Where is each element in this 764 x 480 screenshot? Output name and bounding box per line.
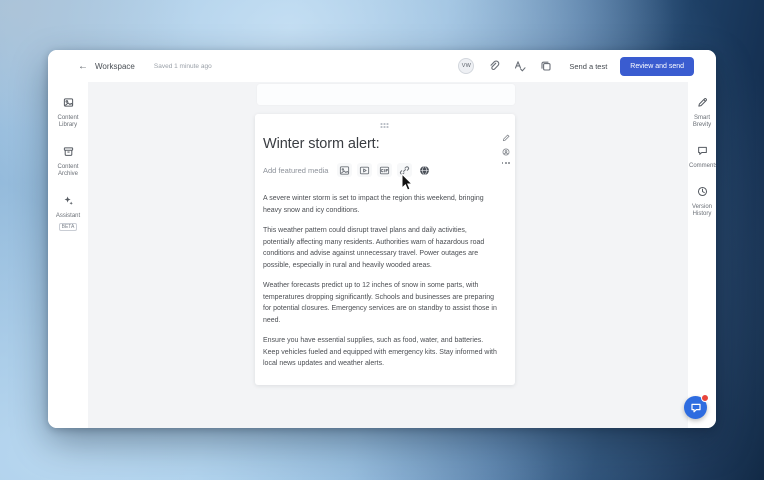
- version-history-icon: [697, 184, 708, 202]
- sidebar-item-label: Comments: [689, 163, 715, 170]
- collapsed-header-block[interactable]: [257, 84, 515, 105]
- gif-icon[interactable]: [377, 163, 392, 177]
- sidebar-item-label: Assistant: [56, 213, 80, 220]
- video-icon[interactable]: [357, 163, 372, 177]
- beta-badge: BETA: [59, 223, 78, 231]
- block-drag-handle[interactable]: [381, 123, 390, 129]
- sidebar-item-label: Content Archive: [53, 164, 83, 178]
- copy-icon[interactable]: [539, 60, 552, 73]
- comments-icon: [697, 143, 708, 161]
- content-card: Winter storm alert: Add featured media: [255, 114, 515, 385]
- back-arrow-icon[interactable]: ←: [78, 61, 88, 72]
- sidebar-item-content-archive[interactable]: Content Archive: [48, 144, 88, 178]
- review-and-send-button[interactable]: Review and send: [620, 57, 694, 76]
- link-icon[interactable]: [397, 163, 412, 177]
- chat-widget-button[interactable]: [684, 396, 707, 419]
- avatar[interactable]: VW: [458, 58, 474, 74]
- featured-media-row: Add featured media: [263, 163, 507, 177]
- post-title[interactable]: Winter storm alert:: [263, 136, 507, 152]
- attachment-icon[interactable]: [487, 60, 500, 73]
- sidebar-item-smart-brevity[interactable]: Smart Brevity: [688, 95, 716, 129]
- block-tools: [502, 134, 510, 164]
- sidebar-item-comments[interactable]: Comments: [688, 143, 716, 170]
- left-rail: Content Library Content Archive Assistan…: [48, 82, 88, 428]
- content-library-icon: [63, 95, 74, 113]
- sidebar-item-label: Content Library: [53, 115, 83, 129]
- spellcheck-icon[interactable]: [513, 60, 526, 73]
- sidebar-item-label: Smart Brevity: [689, 115, 715, 129]
- post-body[interactable]: A severe winter storm is set to impact t…: [263, 193, 499, 370]
- editor-window: ← Workspace Saved 1 minute ago VW Sen: [48, 50, 716, 428]
- commenter-avatar-icon[interactable]: [502, 148, 510, 156]
- add-featured-media-label: Add featured media: [263, 166, 328, 175]
- notification-badge: [701, 394, 709, 402]
- image-icon[interactable]: [337, 163, 352, 177]
- paragraph[interactable]: A severe winter storm is set to impact t…: [263, 193, 499, 216]
- sidebar-item-content-library[interactable]: Content Library: [48, 95, 88, 129]
- right-rail: Smart Brevity Comments Version History: [688, 82, 716, 428]
- smart-brevity-icon: [697, 95, 708, 113]
- sidebar-item-label: Version History: [689, 204, 715, 218]
- more-options-icon[interactable]: [502, 162, 510, 164]
- edit-pencil-icon[interactable]: [502, 134, 510, 142]
- paragraph[interactable]: Weather forecasts predict up to 12 inche…: [263, 280, 499, 326]
- editor-canvas: Winter storm alert: Add featured media: [88, 82, 688, 428]
- send-test-button[interactable]: Send a test: [569, 62, 607, 71]
- sidebar-item-assistant[interactable]: Assistant BETA: [48, 193, 88, 231]
- paragraph[interactable]: Ensure you have essential supplies, such…: [263, 335, 499, 370]
- saved-status: Saved 1 minute ago: [154, 63, 212, 70]
- workspace-link[interactable]: Workspace: [95, 62, 135, 71]
- globe-icon[interactable]: [417, 163, 432, 177]
- paragraph[interactable]: This weather pattern could disrupt trave…: [263, 225, 499, 271]
- content-archive-icon: [63, 144, 74, 162]
- topbar: ← Workspace Saved 1 minute ago VW Sen: [48, 50, 716, 82]
- assistant-icon: [63, 193, 74, 211]
- sidebar-item-version-history[interactable]: Version History: [688, 184, 716, 218]
